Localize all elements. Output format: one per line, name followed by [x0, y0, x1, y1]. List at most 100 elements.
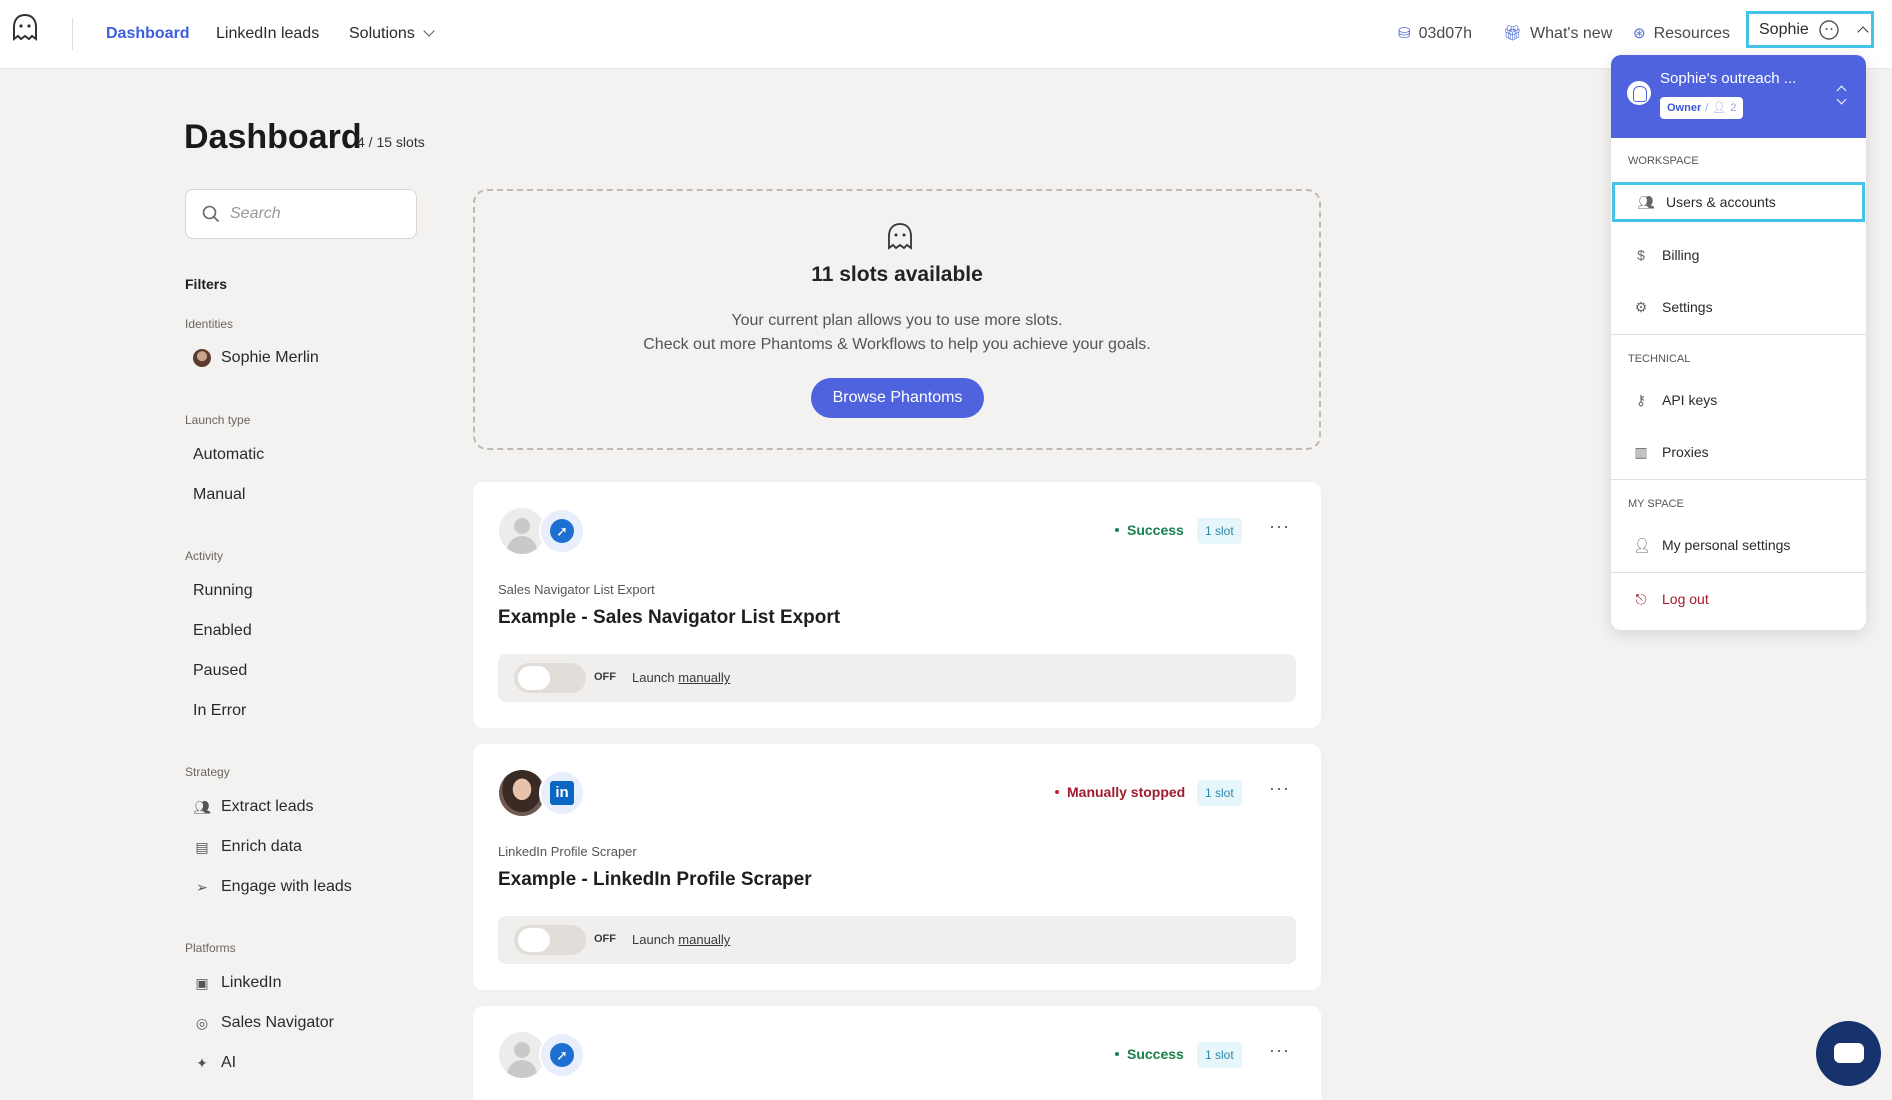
filter-item-label: LinkedIn [221, 974, 282, 991]
launch-manually-link[interactable]: manually [678, 670, 730, 685]
hourglass-icon: ⛁ [1398, 25, 1411, 42]
filter-strategy-enrich-data[interactable]: ▤ Enrich data [193, 833, 302, 861]
filter-platform-ai[interactable]: ✦ AI [193, 1049, 236, 1077]
filter-strategy-extract-leads[interactable]: 👥︎ Extract leads [193, 793, 313, 821]
sparkles-icon: ✦ [196, 1054, 208, 1071]
menu-item-settings[interactable]: ⚙︎ Settings [1611, 287, 1866, 327]
phantom-card[interactable]: in Manually stopped 1 slot ··· LinkedIn … [473, 744, 1321, 990]
chevron-up-icon [1857, 25, 1869, 38]
menu-item-personal-settings[interactable]: 👤︎ My personal settings [1611, 525, 1866, 565]
filter-launch-automatic[interactable]: Automatic [193, 441, 264, 469]
filter-item-label: Extract leads [221, 798, 314, 815]
phantom-avatars: ➚ [499, 508, 589, 554]
launch-toggle[interactable] [514, 925, 586, 955]
menu-item-label: Proxies [1662, 444, 1709, 460]
section-technical: Technical [1628, 353, 1691, 365]
filter-platform-sales-navigator[interactable]: ◎ Sales Navigator [193, 1009, 334, 1037]
workspace-switcher[interactable]: Sophie's outreach ... Owner / 👤︎ 2 [1611, 55, 1866, 138]
role-label: Owner [1667, 102, 1702, 114]
section-my-space: My space [1628, 498, 1684, 510]
menu-item-log-out[interactable]: ⎋ Log out [1611, 579, 1866, 619]
filter-activity-in-error[interactable]: In Error [193, 697, 246, 725]
avatar [193, 349, 211, 367]
launch-bar: OFF Launch manually [498, 654, 1296, 702]
member-icon: 👤︎ [1712, 102, 1727, 114]
menu-item-label: API keys [1662, 392, 1718, 408]
user-dropdown-menu: Sophie's outreach ... Owner / 👤︎ 2 Works… [1611, 55, 1866, 630]
page-title: Dashboard [184, 118, 362, 156]
filter-launch-manual[interactable]: Manual [193, 481, 245, 509]
lifebuoy-icon: ⊛ [1633, 25, 1646, 42]
gift-icon: 🎁︎ [1503, 25, 1523, 42]
filter-group-platforms: Platforms [185, 941, 236, 955]
filter-group-strategy: Strategy [185, 765, 230, 779]
top-navigation: Dashboard LinkedIn leads Solutions ⛁ 03d… [0, 0, 1892, 69]
status-badge: Success [1115, 522, 1184, 538]
id-card-icon: ▤ [195, 838, 209, 855]
slot-badge: 1 slot [1197, 1042, 1242, 1068]
workspace-logo-icon [1627, 81, 1651, 105]
phantom-avatars: in [499, 770, 589, 816]
phantombuster-logo-icon[interactable] [10, 12, 40, 44]
menu-item-users-accounts[interactable]: 👥︎ Users & accounts [1612, 182, 1865, 222]
filter-activity-running[interactable]: Running [193, 577, 253, 605]
filter-activity-paused[interactable]: Paused [193, 657, 247, 685]
nav-divider [72, 18, 73, 50]
filter-group-launch-type: Launch type [185, 413, 251, 427]
chevron-down-icon [423, 25, 435, 37]
browse-phantoms-button[interactable]: Browse Phantoms [811, 378, 984, 418]
menu-item-api-keys[interactable]: ⚷ API keys [1611, 380, 1866, 420]
filter-identity-sophie-merlin[interactable]: Sophie Merlin [193, 344, 319, 372]
filter-activity-enabled[interactable]: Enabled [193, 617, 252, 645]
filter-item-label: Sales Navigator [221, 1014, 334, 1031]
slot-badge: 1 slot [1197, 518, 1242, 544]
slots-desc-line2: Check out more Phantoms & Workflows to h… [643, 336, 1151, 353]
search-input[interactable] [230, 205, 400, 223]
slots-available-card: 11 slots available Your current plan all… [473, 189, 1321, 450]
time-remaining-label: 03d07h [1418, 25, 1472, 42]
gear-icon: ⚙︎ [1634, 298, 1648, 315]
filter-platform-linkedin[interactable]: ▣ LinkedIn [193, 969, 282, 997]
resources-link[interactable]: ⊛ Resources [1633, 20, 1730, 48]
status-label: Manually stopped [1067, 784, 1186, 800]
member-count: 2 [1730, 102, 1737, 114]
launch-mode: Launch manually [632, 670, 730, 685]
sales-navigator-icon: ➚ [539, 1032, 585, 1078]
user-menu-button[interactable]: Sophie [1746, 11, 1874, 48]
ghost-avatar-icon [1819, 19, 1839, 40]
launch-toggle[interactable] [514, 663, 586, 693]
chat-support-button[interactable] [1816, 1021, 1881, 1086]
filter-group-activity: Activity [185, 549, 224, 563]
nav-dashboard-link[interactable]: Dashboard [106, 20, 190, 48]
launch-manually-link[interactable]: manually [678, 932, 730, 947]
search-box[interactable] [185, 189, 417, 239]
filter-item-label: AI [221, 1054, 237, 1071]
more-options-icon[interactable]: ··· [1269, 516, 1290, 537]
more-options-icon[interactable]: ··· [1269, 1040, 1290, 1061]
more-options-icon[interactable]: ··· [1269, 778, 1290, 799]
menu-item-billing[interactable]: $ Billing [1611, 235, 1866, 275]
linkedin-icon: in [539, 770, 585, 816]
phantom-name[interactable]: Example - Sales Navigator List Export [498, 607, 840, 629]
status-label: Success [1127, 1046, 1184, 1062]
nav-solutions-menu[interactable]: Solutions [349, 20, 435, 48]
phantom-card[interactable]: ➚ Success 1 slot ··· Sales Navigator Lis… [473, 482, 1321, 728]
phantom-type: Sales Navigator List Export [498, 582, 655, 597]
nav-linkedin-leads-link[interactable]: LinkedIn leads [216, 20, 319, 48]
phantom-card[interactable]: ➚ Success 1 slot ··· [473, 1006, 1321, 1100]
time-remaining[interactable]: ⛁ 03d07h [1398, 20, 1472, 48]
launch-mode: Launch manually [632, 932, 730, 947]
door-exit-icon: ⎋ [1635, 590, 1647, 607]
status-badge: Success [1115, 1046, 1184, 1062]
phantom-name[interactable]: Example - LinkedIn Profile Scraper [498, 869, 812, 891]
whats-new-label: What's new [1530, 25, 1613, 42]
slots-available-description: Your current plan allows you to use more… [475, 309, 1319, 357]
menu-divider [1611, 572, 1866, 573]
whats-new-link[interactable]: 🎁︎ What's new [1503, 20, 1612, 48]
phantom-type: LinkedIn Profile Scraper [498, 844, 637, 859]
menu-divider [1611, 479, 1866, 480]
menu-item-proxies[interactable]: ▥ Proxies [1611, 432, 1866, 472]
dollar-icon: $ [1637, 247, 1645, 263]
filter-strategy-engage-leads[interactable]: ➢ Engage with leads [193, 873, 352, 901]
slot-badge: 1 slot [1197, 780, 1242, 806]
